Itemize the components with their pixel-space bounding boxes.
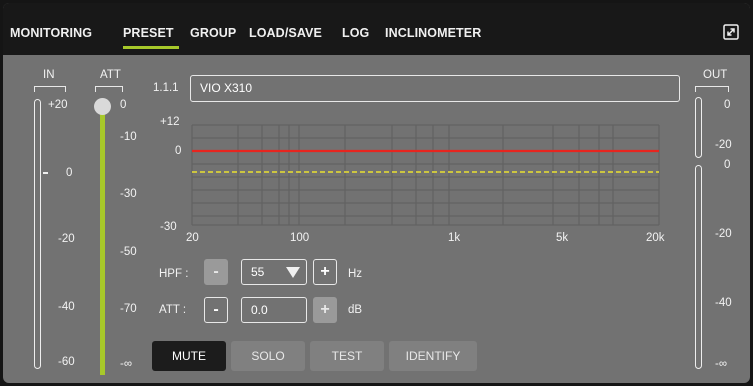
hpf-increase-button[interactable]: + xyxy=(313,259,337,285)
att-label: ATT : xyxy=(159,304,187,316)
eq-x-label: 20 xyxy=(186,232,199,244)
eq-grid xyxy=(191,124,660,226)
out-scale-label: 0 xyxy=(724,159,731,171)
out-scale-label: -40 xyxy=(715,297,732,309)
out-meter-bracket xyxy=(695,86,729,92)
dropdown-arrow-icon xyxy=(286,267,300,278)
att-increase-button[interactable]: + xyxy=(313,297,337,323)
hpf-label: HPF : xyxy=(159,268,189,280)
att-unit: dB xyxy=(348,304,363,316)
att-decrease-button[interactable]: - xyxy=(204,297,228,323)
eq-y-label: 0 xyxy=(175,145,182,157)
eq-x-label: 100 xyxy=(290,232,310,244)
out-meter-label: OUT xyxy=(703,69,728,81)
hpf-unit: Hz xyxy=(348,268,363,280)
mute-button[interactable]: MUTE xyxy=(152,341,226,371)
out-scale-label: 0 xyxy=(724,99,731,111)
out-scale-label: -20 xyxy=(715,139,732,151)
out-level-meter-top xyxy=(695,97,702,158)
eq-x-label: 20k xyxy=(646,232,665,244)
preset-panel: MONITORING PRESET GROUP LOAD/SAVE LOG IN… xyxy=(3,3,750,383)
eq-y-label: -30 xyxy=(160,221,177,233)
test-button[interactable]: TEST xyxy=(310,341,384,371)
eq-response-graph xyxy=(191,124,660,226)
hpf-value: 55 xyxy=(251,265,265,279)
att-value-field[interactable]: 0.0 xyxy=(241,297,307,323)
hpf-decrease-button[interactable]: - xyxy=(204,259,228,285)
identify-button[interactable]: IDENTIFY xyxy=(389,341,477,371)
solo-button[interactable]: SOLO xyxy=(231,341,305,371)
out-level-meter-bottom xyxy=(695,165,702,369)
eq-x-label: 1k xyxy=(448,232,461,244)
hpf-frequency-select[interactable]: 55 xyxy=(241,259,307,285)
eq-x-label: 5k xyxy=(556,232,569,244)
out-scale-label: -20 xyxy=(715,228,732,240)
out-scale-label: -∞ xyxy=(715,358,728,370)
eq-y-label: +12 xyxy=(160,116,180,128)
